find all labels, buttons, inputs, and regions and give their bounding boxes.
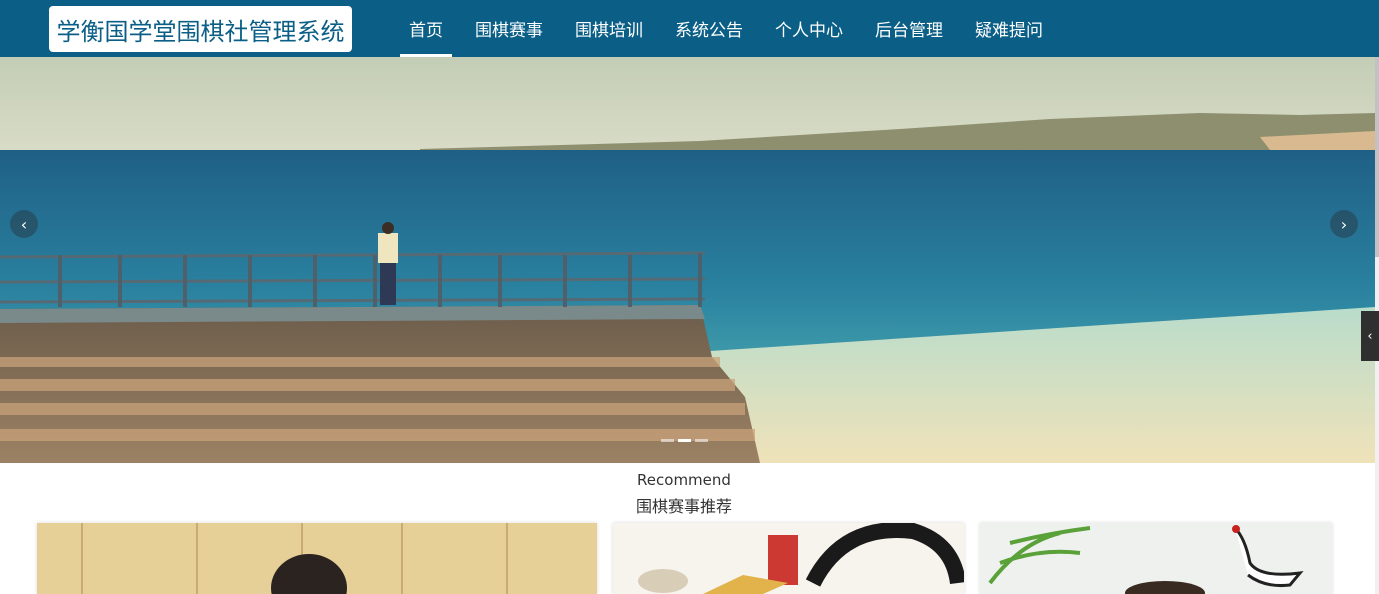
- banner-carousel: ‹ ›: [0, 57, 1375, 463]
- banner-image: [0, 57, 1375, 463]
- side-panel-toggle-icon[interactable]: ‹: [1361, 311, 1379, 361]
- nav-item-questions[interactable]: 疑难提问: [959, 0, 1059, 57]
- carousel-indicator[interactable]: [661, 439, 674, 442]
- nav-item-personal-center[interactable]: 个人中心: [759, 0, 859, 57]
- site-title[interactable]: 学衡国学堂围棋社管理系统: [49, 6, 352, 52]
- nav-item-admin[interactable]: 后台管理: [859, 0, 959, 57]
- carousel-indicators: [661, 439, 708, 442]
- top-navbar: 学衡国学堂围棋社管理系统 首页 围棋赛事 围棋培训 系统公告 个人中心 后台管理…: [0, 0, 1379, 57]
- card-image-crane-bamboo: [980, 523, 1332, 594]
- section-heading-en: Recommend: [637, 471, 731, 489]
- carousel-indicator[interactable]: [695, 439, 708, 442]
- recommend-card[interactable]: [613, 523, 964, 594]
- nav-item-home[interactable]: 首页: [393, 0, 459, 57]
- nav-item-announcements[interactable]: 系统公告: [659, 0, 759, 57]
- recommend-card[interactable]: [37, 523, 597, 594]
- nav-item-go-training[interactable]: 围棋培训: [559, 0, 659, 57]
- scrollbar-thumb[interactable]: [1375, 57, 1379, 257]
- card-image-player: [37, 523, 597, 594]
- chevron-left-icon[interactable]: ‹: [10, 210, 38, 238]
- section-heading-cn: 围棋赛事推荐: [635, 497, 732, 516]
- card-image-go-calligraphy: [613, 523, 964, 594]
- recommend-card[interactable]: [980, 523, 1332, 594]
- chevron-right-icon[interactable]: ›: [1330, 210, 1358, 238]
- carousel-indicator-active[interactable]: [678, 439, 691, 442]
- main-nav: 首页 围棋赛事 围棋培训 系统公告 个人中心 后台管理 疑难提问: [393, 0, 1059, 57]
- nav-item-go-events[interactable]: 围棋赛事: [459, 0, 559, 57]
